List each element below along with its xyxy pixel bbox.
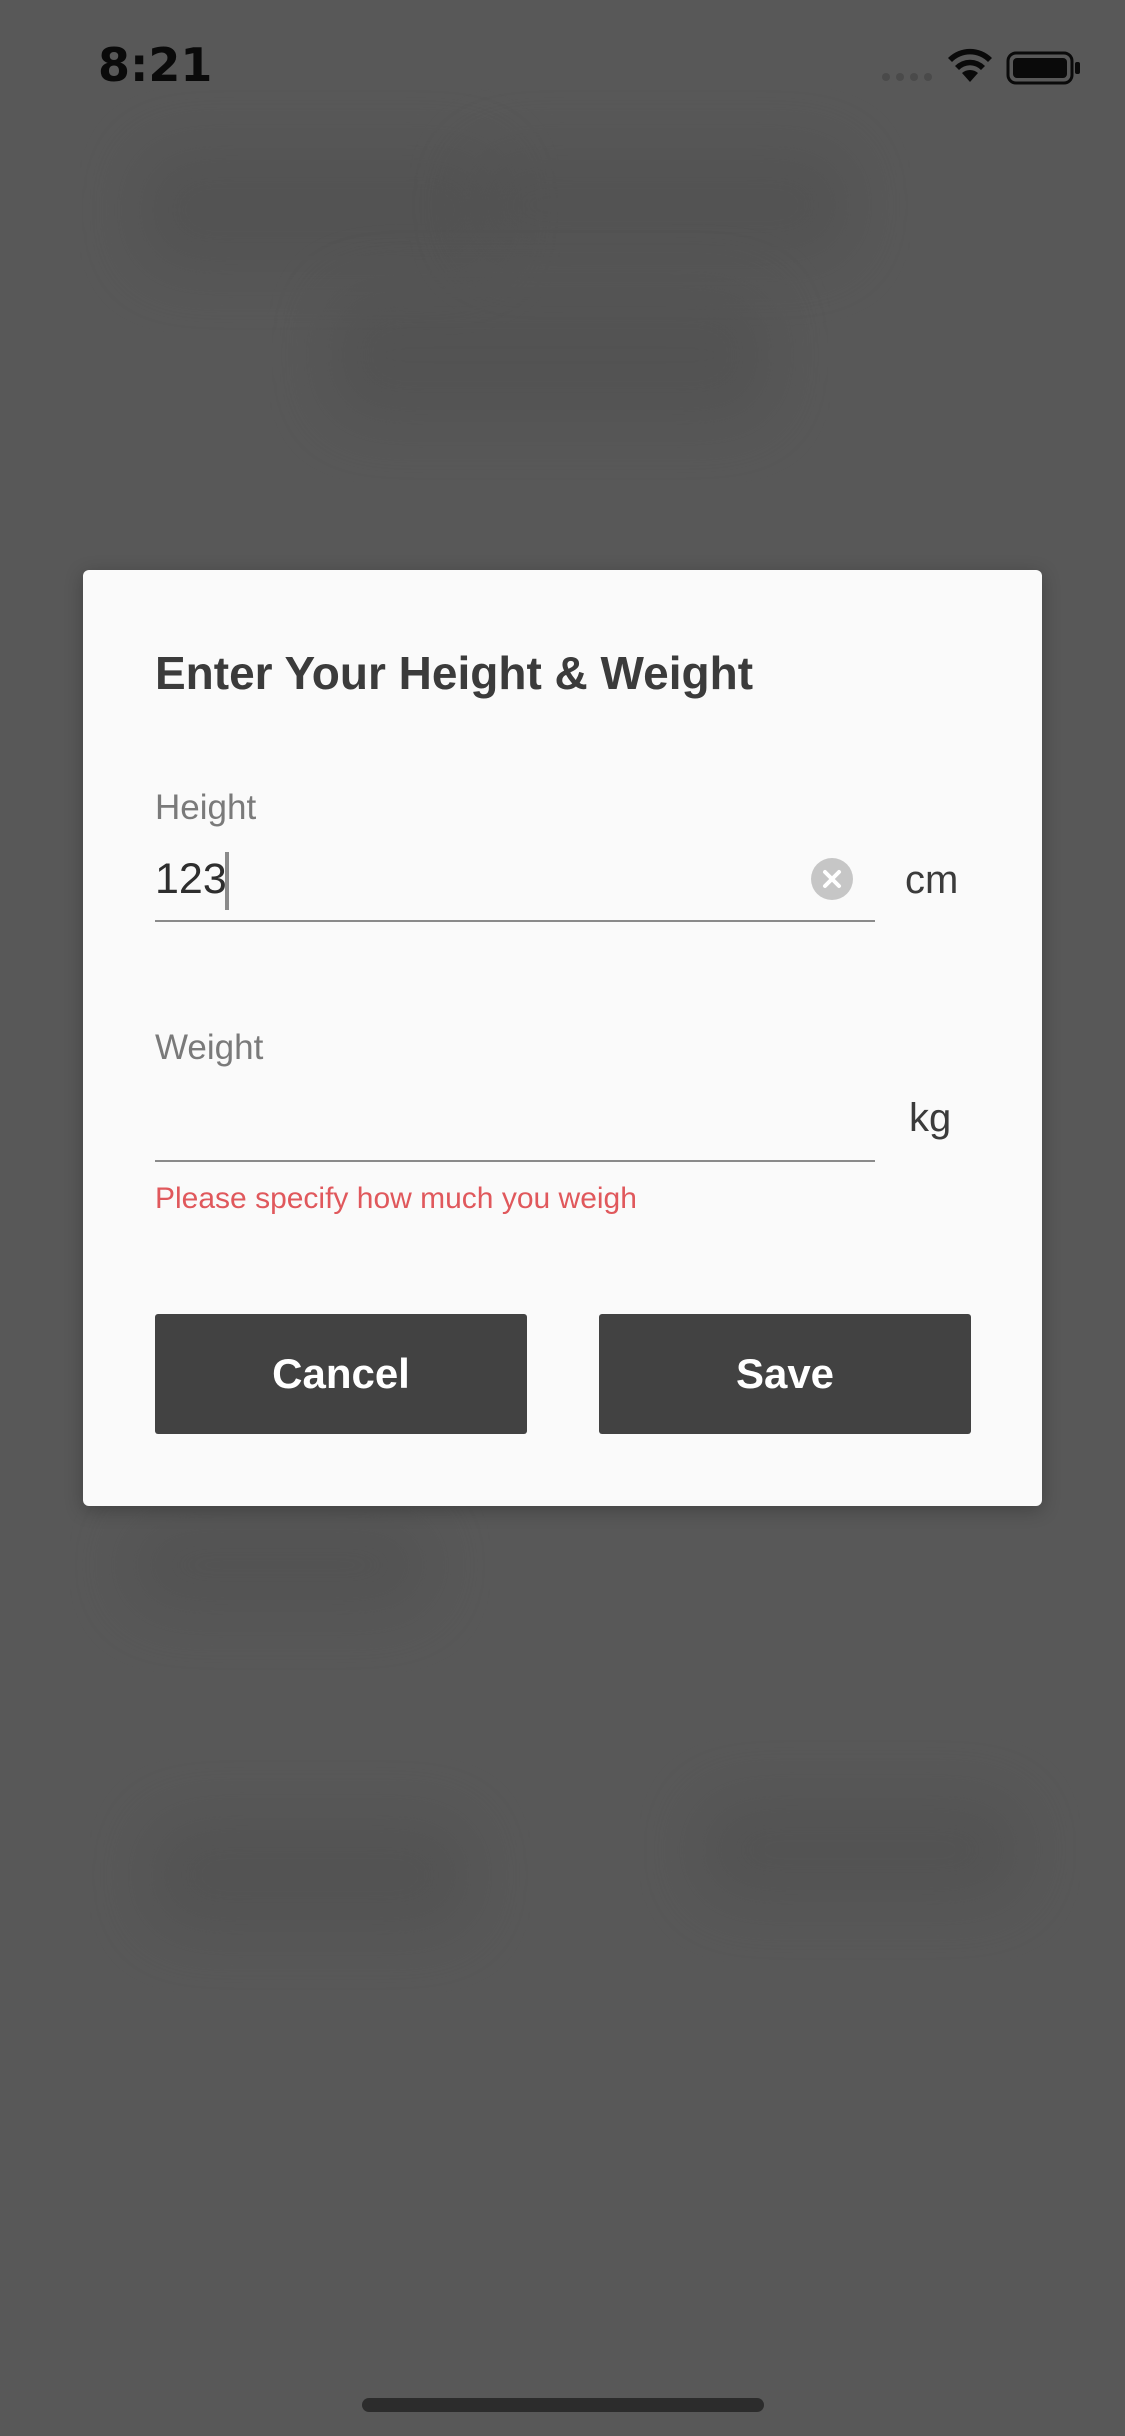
home-indicator[interactable]	[362, 2398, 764, 2412]
height-field[interactable]	[155, 844, 875, 922]
signal-icon	[882, 73, 932, 81]
background-blob	[470, 150, 850, 260]
height-label: Height	[155, 788, 257, 827]
weight-unit: kg	[909, 1096, 952, 1140]
cancel-button[interactable]: Cancel	[155, 1314, 527, 1434]
status-time: 8:21	[98, 38, 213, 92]
background-blob	[330, 290, 770, 420]
clear-icon[interactable]	[811, 858, 853, 900]
wifi-icon	[948, 48, 992, 82]
background-blob	[150, 1820, 470, 1930]
weight-input[interactable]	[155, 1084, 775, 1154]
background-blob	[140, 150, 500, 270]
background-blob	[130, 1520, 430, 1610]
height-weight-dialog: Enter Your Height & Weight Height cm Wei…	[83, 570, 1042, 1506]
save-button[interactable]: Save	[599, 1314, 971, 1434]
text-caret	[225, 852, 229, 910]
height-input[interactable]	[155, 844, 775, 914]
weight-label: Weight	[155, 1028, 264, 1067]
status-bar: 8:21	[0, 0, 1125, 132]
height-unit: cm	[905, 858, 959, 902]
weight-error-message: Please specify how much you weigh	[155, 1182, 637, 1215]
dialog-title: Enter Your Height & Weight	[155, 647, 754, 699]
weight-field[interactable]	[155, 1084, 875, 1162]
background-blob	[700, 1800, 1020, 1900]
battery-icon	[1006, 51, 1080, 85]
